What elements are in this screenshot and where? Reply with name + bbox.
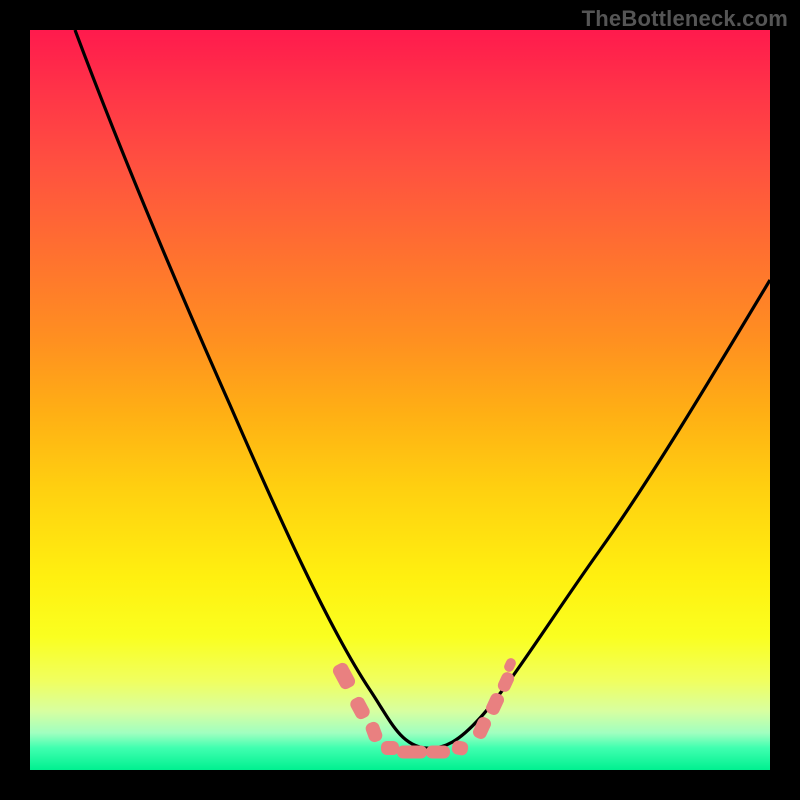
chart-frame: TheBottleneck.com bbox=[0, 0, 800, 800]
curve-marker bbox=[426, 746, 450, 759]
curve-path bbox=[75, 30, 770, 748]
curve-marker bbox=[397, 746, 427, 759]
bottleneck-curve bbox=[30, 30, 770, 770]
watermark-text: TheBottleneck.com bbox=[582, 6, 788, 32]
plot-area bbox=[30, 30, 770, 770]
